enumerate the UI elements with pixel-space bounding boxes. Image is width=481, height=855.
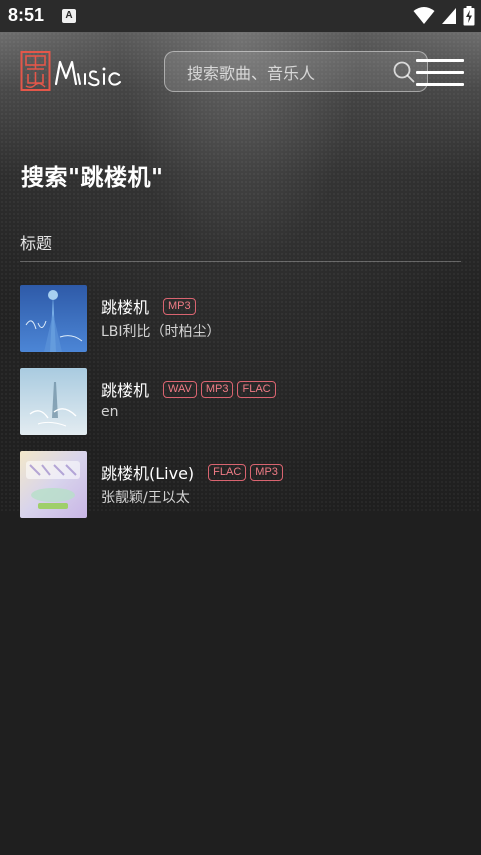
status-bar: 8:51 A: [0, 0, 481, 32]
format-badge: WAV: [163, 380, 197, 398]
song-title-line: 跳楼机 WAV MP3 FLAC: [101, 377, 280, 401]
divider: [20, 261, 461, 262]
battery-charging-icon: [463, 6, 475, 26]
main-content: 搜索"跳楼机" 标题: [0, 32, 481, 855]
page-title: 搜索"跳楼机": [21, 165, 164, 191]
album-cover: [20, 285, 87, 352]
cellular-signal-icon: [442, 8, 456, 24]
song-artist: en: [101, 404, 119, 420]
song-title: 跳楼机: [101, 298, 150, 317]
menu-icon[interactable]: [416, 56, 464, 88]
song-title-line: 跳楼机(Live) FLAC MP3: [101, 460, 287, 484]
song-artist: 张靓颖/王以太: [101, 490, 190, 506]
song-row[interactable]: 跳楼机(Live) FLAC MP3 张靓颖/王以太: [20, 451, 461, 518]
format-badge: MP3: [163, 297, 196, 315]
notification-icon: A: [62, 9, 76, 23]
app-logo[interactable]: [20, 50, 130, 94]
song-row[interactable]: 跳楼机 WAV MP3 FLAC en: [20, 368, 461, 435]
album-cover: [20, 368, 87, 435]
song-title: 跳楼机(Live): [101, 464, 195, 483]
song-title: 跳楼机: [101, 381, 150, 400]
search-icon[interactable]: [393, 61, 415, 83]
format-badge: FLAC: [237, 380, 276, 398]
song-artist: LBI利比（时柏尘）: [101, 324, 221, 340]
column-header-title: 标题: [20, 234, 53, 253]
search-input[interactable]: [185, 61, 389, 85]
system-icons: [413, 6, 475, 26]
format-badge: FLAC: [208, 463, 247, 481]
format-badge: MP3: [200, 380, 234, 398]
wifi-icon: [413, 7, 435, 24]
status-time: 8:51: [8, 5, 45, 25]
song-title-line: 跳楼机 MP3: [101, 294, 200, 318]
search-box[interactable]: [164, 51, 428, 92]
album-cover: [20, 451, 87, 518]
song-list: 跳楼机 MP3 LBI利比（时柏尘） 跳楼机 WAV MP3 FLAC en 跳…: [20, 285, 461, 534]
song-row[interactable]: 跳楼机 MP3 LBI利比（时柏尘）: [20, 285, 461, 352]
format-badge: MP3: [250, 463, 283, 481]
